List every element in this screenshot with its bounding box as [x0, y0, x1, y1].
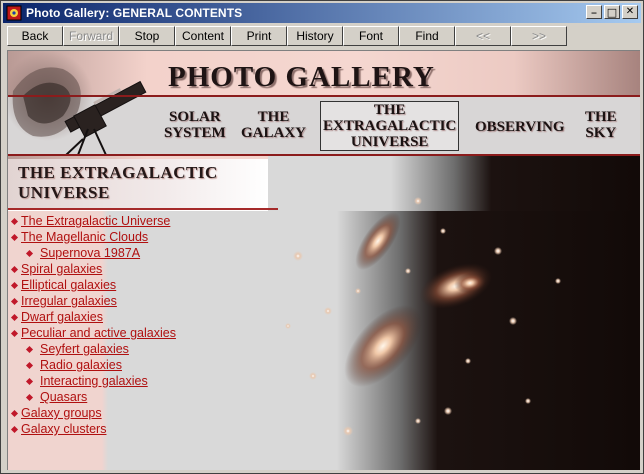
app-icon [6, 5, 22, 21]
link-extragalactic-universe[interactable]: The Extragalactic Universe [21, 213, 170, 229]
minimize-icon: _ [591, 3, 597, 14]
diamond-bullet-icon [25, 393, 34, 401]
list-item: Elliptical galaxies [8, 277, 176, 293]
nav-extragalactic-line2: EXTRAGALACTIC [323, 118, 457, 134]
list-item: Galaxy groups [8, 405, 176, 421]
nav-solar-system-line1: SOLAR [169, 109, 221, 125]
diamond-bullet-icon [10, 409, 19, 417]
close-icon: ✕ [625, 6, 635, 17]
telescope-illustration [8, 51, 147, 156]
history-button[interactable]: History [287, 26, 343, 46]
list-item: Interacting galaxies [8, 373, 176, 389]
nav-the-sky-line1: THE [585, 109, 617, 125]
link-elliptical-galaxies[interactable]: Elliptical galaxies [21, 277, 116, 293]
link-irregular-galaxies[interactable]: Irregular galaxies [21, 293, 117, 309]
contents-list: The Extragalactic Universe The Magellani… [8, 213, 176, 437]
link-radio-galaxies[interactable]: Radio galaxies [40, 357, 122, 373]
nav-extragalactic-line1: THE [373, 102, 406, 118]
list-item: Dwarf galaxies [8, 309, 176, 325]
list-item: Quasars [8, 389, 176, 405]
window-title: Photo Gallery: GENERAL CONTENTS [26, 6, 243, 20]
diamond-bullet-icon [10, 329, 19, 337]
nav-the-sky[interactable]: THE SKY [585, 109, 617, 141]
previous-page-button[interactable]: << [455, 26, 511, 46]
list-item: The Magellanic Clouds [8, 229, 176, 245]
link-galaxy-groups[interactable]: Galaxy groups [21, 405, 102, 421]
section-title-line2: UNIVERSE [18, 183, 110, 202]
diamond-bullet-icon [10, 297, 19, 305]
banner-divider [8, 95, 640, 97]
title-bar[interactable]: Photo Gallery: GENERAL CONTENTS _ □ ✕ [3, 3, 641, 23]
list-item: Spiral galaxies [8, 261, 176, 277]
link-spiral-galaxies[interactable]: Spiral galaxies [21, 261, 102, 277]
list-item: Seyfert galaxies [8, 341, 176, 357]
nav-the-galaxy-line2: GALAXY [241, 125, 307, 141]
nav-the-galaxy-line1: THE [257, 109, 290, 125]
close-button[interactable]: ✕ [622, 5, 638, 19]
maximize-icon: □ [606, 5, 618, 19]
section-title-underline [8, 208, 278, 210]
list-item: Irregular galaxies [8, 293, 176, 309]
list-item: Peculiar and active galaxies [8, 325, 176, 341]
nav-solar-system[interactable]: SOLAR SYSTEM [164, 109, 226, 141]
list-item: Radio galaxies [8, 357, 176, 373]
link-interacting-galaxies[interactable]: Interacting galaxies [40, 373, 148, 389]
nav-observing-line1: OBSERVING [475, 119, 565, 135]
diamond-bullet-icon [10, 265, 19, 273]
gallery-title: PHOTO GALLERY [168, 61, 435, 93]
stop-button[interactable]: Stop [119, 26, 175, 46]
list-item: The Extragalactic Universe [8, 213, 176, 229]
nav-solar-system-line2: SYSTEM [164, 125, 226, 141]
link-supernova-1987a[interactable]: Supernova 1987A [40, 245, 140, 261]
diamond-bullet-icon [25, 377, 34, 385]
nav-extragalactic-universe[interactable]: THE EXTRAGALACTIC UNIVERSE [320, 101, 460, 151]
app-window: Photo Gallery: GENERAL CONTENTS _ □ ✕ Ba… [0, 0, 644, 474]
back-button[interactable]: Back [7, 26, 63, 46]
list-item: Galaxy clusters [8, 421, 176, 437]
diamond-bullet-icon [10, 233, 19, 241]
diamond-bullet-icon [25, 249, 34, 257]
next-page-button[interactable]: >> [511, 26, 567, 46]
font-button[interactable]: Font [343, 26, 399, 46]
link-magellanic-clouds[interactable]: The Magellanic Clouds [21, 229, 148, 245]
diamond-bullet-icon [10, 425, 19, 433]
nav-the-galaxy[interactable]: THE GALAXY [241, 109, 306, 141]
link-seyfert-galaxies[interactable]: Seyfert galaxies [40, 341, 129, 357]
maximize-button[interactable]: □ [604, 5, 620, 19]
content-pane: PHOTO GALLERY SOLAR SYSTEM THE GALAXY TH… [7, 50, 640, 470]
section-title-line1: THE EXTRAGALACTIC [18, 163, 218, 182]
find-button[interactable]: Find [399, 26, 455, 46]
toolbar: Back Forward Stop Content Print History … [7, 26, 567, 46]
diamond-bullet-icon [10, 217, 19, 225]
diamond-bullet-icon [10, 313, 19, 321]
nav-extragalactic-line3: UNIVERSE [350, 134, 429, 150]
galaxy-group-photo [285, 197, 561, 436]
content-button[interactable]: Content [175, 26, 231, 46]
forward-button[interactable]: Forward [63, 26, 119, 46]
list-item: Supernova 1987A [8, 245, 176, 261]
diamond-bullet-icon [10, 281, 19, 289]
link-galaxy-clusters[interactable]: Galaxy clusters [21, 421, 106, 437]
link-peculiar-active-galaxies[interactable]: Peculiar and active galaxies [21, 325, 176, 341]
banner: PHOTO GALLERY SOLAR SYSTEM THE GALAXY TH… [8, 51, 640, 159]
nav-the-sky-line2: SKY [585, 125, 617, 141]
minimize-button[interactable]: _ [586, 3, 602, 19]
section-title: THE EXTRAGALACTIC UNIVERSE [18, 163, 218, 203]
link-quasars[interactable]: Quasars [40, 389, 87, 405]
link-dwarf-galaxies[interactable]: Dwarf galaxies [21, 309, 103, 325]
diamond-bullet-icon [25, 361, 34, 369]
diamond-bullet-icon [25, 345, 34, 353]
nav-observing[interactable]: OBSERVING [475, 119, 565, 135]
print-button[interactable]: Print [231, 26, 287, 46]
